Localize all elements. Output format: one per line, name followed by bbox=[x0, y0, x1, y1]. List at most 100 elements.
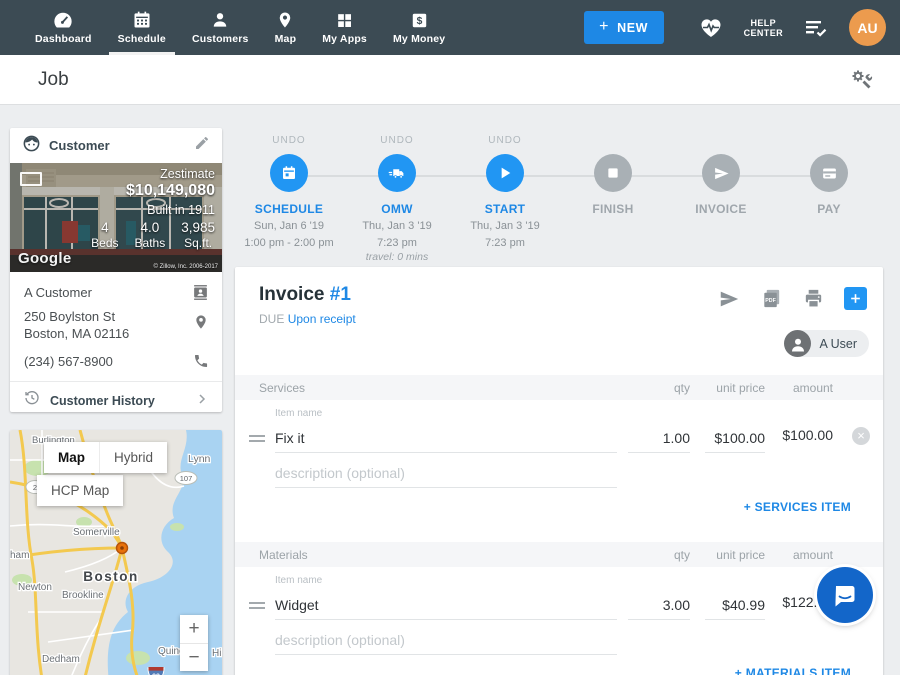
start-play-icon[interactable] bbox=[486, 154, 524, 192]
new-button[interactable]: + NEW bbox=[584, 11, 664, 44]
material-item-unit-price-input[interactable] bbox=[705, 590, 765, 620]
invoice-title: Invoice #1 bbox=[259, 284, 351, 306]
user-avatar[interactable]: AU bbox=[849, 9, 886, 46]
nav-tab-label: Map bbox=[275, 33, 297, 45]
chat-widget-button[interactable] bbox=[817, 567, 873, 623]
material-item-description-input[interactable] bbox=[275, 625, 617, 655]
page-bar: Job bbox=[0, 55, 900, 105]
invoice-number[interactable]: #1 bbox=[330, 284, 351, 305]
nav-tab-label: My Apps bbox=[322, 33, 367, 45]
heart-pulse-icon[interactable] bbox=[698, 16, 724, 40]
contact-card-icon[interactable] bbox=[192, 284, 209, 309]
zestimate-overlay: Zestimate $10,149,080 Built in 1911 4Bed… bbox=[91, 167, 215, 250]
nav-tab-my-money[interactable]: $ My Money bbox=[380, 0, 458, 55]
drag-handle[interactable] bbox=[249, 602, 265, 612]
svg-text:107: 107 bbox=[180, 474, 193, 483]
baths-label: Baths bbox=[135, 236, 166, 250]
invoice-send-icon[interactable] bbox=[702, 154, 740, 192]
customer-phone-row: (234) 567-8900 bbox=[10, 351, 222, 373]
hcp-map-button[interactable]: HCP Map bbox=[37, 475, 123, 506]
service-item-name-input[interactable] bbox=[275, 423, 617, 453]
add-invoice-item-button[interactable] bbox=[844, 287, 867, 310]
materials-section-header: Materials qty unit price amount bbox=[235, 542, 883, 567]
job-settings-icon[interactable] bbox=[850, 68, 874, 97]
finish-stop-icon[interactable] bbox=[594, 154, 632, 192]
item-name-label: Item name bbox=[275, 408, 322, 419]
nav-tab-schedule[interactable]: Schedule bbox=[105, 0, 179, 55]
step-time: 1:00 pm - 2:00 pm bbox=[235, 236, 343, 250]
help-center-line1: HELP bbox=[744, 18, 783, 28]
undo-schedule-button[interactable]: UNDO bbox=[235, 135, 343, 151]
pay-card-icon[interactable] bbox=[810, 154, 848, 192]
schedule-step-icon[interactable] bbox=[270, 154, 308, 192]
amount-column-header: amount bbox=[793, 381, 833, 395]
step-date: Thu, Jan 3 '19 bbox=[343, 219, 451, 233]
add-materials-item-link[interactable]: + MATERIALS ITEM bbox=[735, 666, 851, 675]
customer-history-link[interactable]: Customer History bbox=[10, 382, 222, 419]
app-screen: Dashboard Schedule Customers Map bbox=[0, 0, 900, 675]
customer-card-title: Customer bbox=[49, 138, 110, 153]
apps-grid-icon bbox=[335, 11, 354, 30]
phone-icon[interactable] bbox=[193, 353, 209, 376]
zestimate-photo[interactable]: Zestimate $10,149,080 Built in 1911 4Bed… bbox=[10, 163, 222, 272]
nav-tab-label: Dashboard bbox=[35, 33, 92, 45]
dashboard-icon bbox=[52, 10, 74, 30]
zestimate-label: Zestimate bbox=[91, 167, 215, 181]
new-button-label: NEW bbox=[617, 21, 648, 35]
send-invoice-icon[interactable] bbox=[717, 288, 741, 310]
print-icon[interactable] bbox=[802, 287, 825, 310]
edit-pencil-icon[interactable] bbox=[194, 135, 210, 156]
job-location-pin[interactable] bbox=[117, 543, 128, 554]
step-travel: travel: 0 mins bbox=[343, 251, 451, 263]
nav-tab-customers[interactable]: Customers bbox=[179, 0, 262, 55]
location-pin-icon[interactable] bbox=[193, 313, 209, 335]
map-button[interactable]: Map bbox=[44, 442, 99, 473]
invoice-actions: PDF bbox=[717, 287, 867, 310]
customer-name-row: A Customer bbox=[10, 281, 222, 305]
assignee-avatar-icon bbox=[784, 330, 811, 357]
zoom-in-button[interactable]: + bbox=[180, 615, 208, 643]
help-center-button[interactable]: HELP CENTER bbox=[744, 18, 783, 38]
customer-history-label: Customer History bbox=[50, 394, 155, 408]
nav-tab-label: Customers bbox=[192, 33, 249, 45]
step-time: 7:23 pm bbox=[343, 236, 451, 250]
add-services-item-link[interactable]: + SERVICES ITEM bbox=[744, 500, 851, 514]
due-value-link[interactable]: Upon receipt bbox=[288, 312, 356, 326]
item-name-label: Item name bbox=[275, 575, 322, 586]
omw-truck-icon[interactable] bbox=[378, 154, 416, 192]
zoom-out-button[interactable]: − bbox=[180, 643, 208, 671]
step-start: UNDO START Thu, Jan 3 '19 7:23 pm bbox=[451, 135, 559, 263]
address-line2: Boston, MA 02116 bbox=[24, 325, 208, 342]
undo-start-button[interactable]: UNDO bbox=[451, 135, 559, 151]
undo-placeholder bbox=[559, 135, 667, 151]
streetview-frame-icon bbox=[20, 172, 42, 186]
zestimate-value: $10,149,080 bbox=[91, 182, 215, 200]
hybrid-button[interactable]: Hybrid bbox=[99, 442, 167, 473]
svg-text:$: $ bbox=[416, 16, 422, 27]
remove-service-item-button[interactable]: × bbox=[852, 427, 870, 445]
nav-tab-map[interactable]: Map bbox=[262, 0, 310, 55]
material-item-name-input[interactable] bbox=[275, 590, 617, 620]
help-center-line2: CENTER bbox=[744, 28, 783, 38]
section-name: Services bbox=[259, 381, 305, 395]
customer-card-header: Customer bbox=[10, 128, 222, 163]
google-watermark: Google bbox=[18, 250, 71, 267]
drag-handle[interactable] bbox=[249, 435, 265, 445]
undo-omw-button[interactable]: UNDO bbox=[343, 135, 451, 151]
checklist-icon[interactable] bbox=[803, 17, 829, 39]
customer-address-row: 250 Boylston St Boston, MA 02116 bbox=[10, 308, 222, 342]
sqft-value: 3,985 bbox=[181, 220, 215, 235]
material-item-qty-input[interactable] bbox=[628, 590, 690, 620]
service-item-description-input[interactable] bbox=[275, 458, 617, 488]
assignee-chip[interactable]: A User bbox=[784, 330, 869, 357]
nav-tab-my-apps[interactable]: My Apps bbox=[309, 0, 380, 55]
pdf-icon[interactable]: PDF bbox=[760, 287, 783, 310]
service-item-unit-price-input[interactable] bbox=[705, 423, 765, 453]
service-item-qty-input[interactable] bbox=[628, 423, 690, 453]
nav-tab-label: My Money bbox=[393, 33, 445, 45]
map-label-brookline: Brookline bbox=[62, 590, 104, 601]
nav-tab-dashboard[interactable]: Dashboard bbox=[22, 0, 105, 55]
step-schedule: UNDO SCHEDULE Sun, Jan 6 '19 1:00 pm - 2… bbox=[235, 135, 343, 263]
route-shield-107: 107 bbox=[175, 472, 197, 485]
map-pin-icon bbox=[276, 10, 294, 30]
